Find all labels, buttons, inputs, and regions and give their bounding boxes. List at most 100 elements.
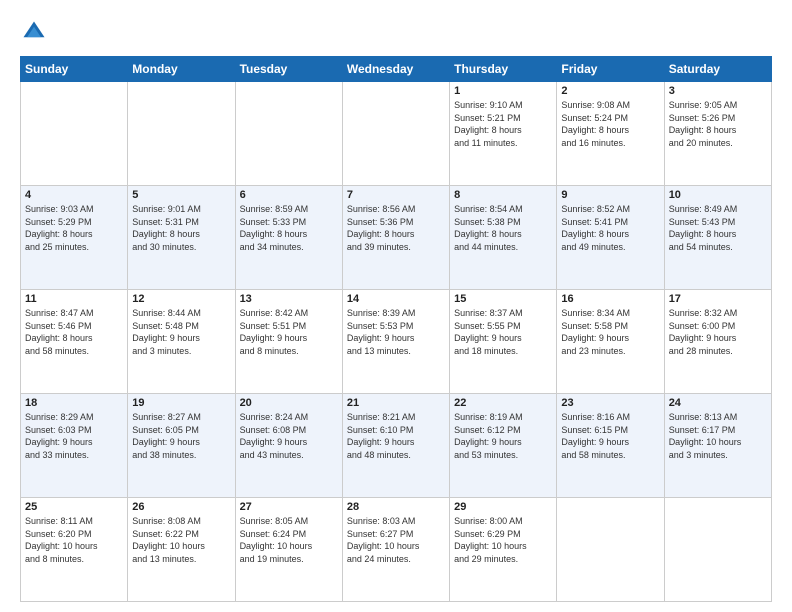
day-info: Sunrise: 8:32 AM Sunset: 6:00 PM Dayligh… <box>669 307 767 357</box>
day-number: 18 <box>25 397 123 409</box>
day-number: 27 <box>240 501 338 513</box>
day-number: 2 <box>561 85 659 97</box>
weekday-header-wednesday: Wednesday <box>342 57 449 82</box>
weekday-header-friday: Friday <box>557 57 664 82</box>
calendar-cell <box>235 82 342 186</box>
calendar-cell: 9Sunrise: 8:52 AM Sunset: 5:41 PM Daylig… <box>557 186 664 290</box>
day-info: Sunrise: 8:37 AM Sunset: 5:55 PM Dayligh… <box>454 307 552 357</box>
calendar-cell: 7Sunrise: 8:56 AM Sunset: 5:36 PM Daylig… <box>342 186 449 290</box>
day-info: Sunrise: 9:03 AM Sunset: 5:29 PM Dayligh… <box>25 203 123 253</box>
day-number: 25 <box>25 501 123 513</box>
calendar-week-5: 25Sunrise: 8:11 AM Sunset: 6:20 PM Dayli… <box>21 498 772 602</box>
day-info: Sunrise: 8:08 AM Sunset: 6:22 PM Dayligh… <box>132 515 230 565</box>
day-info: Sunrise: 8:00 AM Sunset: 6:29 PM Dayligh… <box>454 515 552 565</box>
day-info: Sunrise: 8:27 AM Sunset: 6:05 PM Dayligh… <box>132 411 230 461</box>
weekday-header-tuesday: Tuesday <box>235 57 342 82</box>
calendar-cell: 6 Sunrise: 8:59 AM Sunset: 5:33 PM Daylig… <box>235 186 342 290</box>
calendar-week-3: 11 Sunrise: 8:47 AM Sunset: 5:46 PM Dayli… <box>21 290 772 394</box>
calendar-cell: 13 Sunrise: 8:42 AM Sunset: 5:51 PM Dayli… <box>235 290 342 394</box>
calendar-cell: 20 Sunrise: 8:24 AM Sunset: 6:08 PM Dayli… <box>235 394 342 498</box>
page: SundayMondayTuesdayWednesdayThursdayFrid… <box>0 0 792 612</box>
day-info: Sunrise: 8:47 AM Sunset: 5:46 PM Dayligh… <box>25 307 123 357</box>
day-info: Sunrise: 8:24 AM Sunset: 6:08 PM Dayligh… <box>240 411 338 461</box>
calendar-cell <box>557 498 664 602</box>
calendar-cell <box>664 498 771 602</box>
day-number: 4 <box>25 189 123 201</box>
day-info: Sunrise: 8:39 AM Sunset: 5:53 PM Dayligh… <box>347 307 445 357</box>
day-number: 19 <box>132 397 230 409</box>
calendar-cell: 3Sunrise: 9:05 AM Sunset: 5:26 PM Daylig… <box>664 82 771 186</box>
calendar-cell <box>342 82 449 186</box>
day-number: 26 <box>132 501 230 513</box>
day-info: Sunrise: 9:08 AM Sunset: 5:24 PM Dayligh… <box>561 99 659 149</box>
logo-icon <box>20 18 48 46</box>
day-number: 3 <box>669 85 767 97</box>
day-number: 8 <box>454 189 552 201</box>
weekday-header-sunday: Sunday <box>21 57 128 82</box>
day-number: 20 <box>240 397 338 409</box>
day-number: 12 <box>132 293 230 305</box>
day-number: 13 <box>240 293 338 305</box>
day-info: Sunrise: 8:19 AM Sunset: 6:12 PM Dayligh… <box>454 411 552 461</box>
day-number: 10 <box>669 189 767 201</box>
day-number: 24 <box>669 397 767 409</box>
calendar-cell: 27 Sunrise: 8:05 AM Sunset: 6:24 PM Dayli… <box>235 498 342 602</box>
day-info: Sunrise: 8:16 AM Sunset: 6:15 PM Dayligh… <box>561 411 659 461</box>
calendar-cell: 1 Sunrise: 9:10 AM Sunset: 5:21 PM Daylig… <box>450 82 557 186</box>
calendar-cell: 5 Sunrise: 9:01 AM Sunset: 5:31 PM Daylig… <box>128 186 235 290</box>
day-info: Sunrise: 8:49 AM Sunset: 5:43 PM Dayligh… <box>669 203 767 253</box>
calendar-cell: 28 Sunrise: 8:03 AM Sunset: 6:27 PM Dayli… <box>342 498 449 602</box>
day-info: Sunrise: 9:01 AM Sunset: 5:31 PM Dayligh… <box>132 203 230 253</box>
day-info: Sunrise: 8:34 AM Sunset: 5:58 PM Dayligh… <box>561 307 659 357</box>
calendar-cell <box>128 82 235 186</box>
day-info: Sunrise: 8:54 AM Sunset: 5:38 PM Dayligh… <box>454 203 552 253</box>
calendar-week-1: 1 Sunrise: 9:10 AM Sunset: 5:21 PM Daylig… <box>21 82 772 186</box>
calendar-week-4: 18 Sunrise: 8:29 AM Sunset: 6:03 PM Dayli… <box>21 394 772 498</box>
calendar-cell: 25Sunrise: 8:11 AM Sunset: 6:20 PM Dayli… <box>21 498 128 602</box>
calendar-cell: 21 Sunrise: 8:21 AM Sunset: 6:10 PM Dayli… <box>342 394 449 498</box>
calendar-cell: 22 Sunrise: 8:19 AM Sunset: 6:12 PM Dayli… <box>450 394 557 498</box>
calendar-week-2: 4 Sunrise: 9:03 AM Sunset: 5:29 PM Daylig… <box>21 186 772 290</box>
logo <box>20 18 52 46</box>
day-info: Sunrise: 8:13 AM Sunset: 6:17 PM Dayligh… <box>669 411 767 461</box>
day-number: 21 <box>347 397 445 409</box>
calendar-cell: 14Sunrise: 8:39 AM Sunset: 5:53 PM Dayli… <box>342 290 449 394</box>
day-number: 28 <box>347 501 445 513</box>
day-info: Sunrise: 8:52 AM Sunset: 5:41 PM Dayligh… <box>561 203 659 253</box>
day-number: 5 <box>132 189 230 201</box>
day-number: 29 <box>454 501 552 513</box>
calendar-cell: 8 Sunrise: 8:54 AM Sunset: 5:38 PM Daylig… <box>450 186 557 290</box>
calendar-cell: 18 Sunrise: 8:29 AM Sunset: 6:03 PM Dayli… <box>21 394 128 498</box>
calendar-cell <box>21 82 128 186</box>
day-info: Sunrise: 9:10 AM Sunset: 5:21 PM Dayligh… <box>454 99 552 149</box>
day-number: 6 <box>240 189 338 201</box>
day-info: Sunrise: 8:29 AM Sunset: 6:03 PM Dayligh… <box>25 411 123 461</box>
day-info: Sunrise: 8:21 AM Sunset: 6:10 PM Dayligh… <box>347 411 445 461</box>
weekday-header-thursday: Thursday <box>450 57 557 82</box>
day-number: 16 <box>561 293 659 305</box>
calendar-table: SundayMondayTuesdayWednesdayThursdayFrid… <box>20 56 772 602</box>
day-info: Sunrise: 8:03 AM Sunset: 6:27 PM Dayligh… <box>347 515 445 565</box>
calendar-cell: 12 Sunrise: 8:44 AM Sunset: 5:48 PM Dayli… <box>128 290 235 394</box>
calendar-cell: 17 Sunrise: 8:32 AM Sunset: 6:00 PM Dayli… <box>664 290 771 394</box>
day-info: Sunrise: 8:59 AM Sunset: 5:33 PM Dayligh… <box>240 203 338 253</box>
calendar-cell: 23 Sunrise: 8:16 AM Sunset: 6:15 PM Dayli… <box>557 394 664 498</box>
day-number: 1 <box>454 85 552 97</box>
day-info: Sunrise: 8:42 AM Sunset: 5:51 PM Dayligh… <box>240 307 338 357</box>
header <box>20 18 772 46</box>
day-number: 22 <box>454 397 552 409</box>
calendar-cell: 10 Sunrise: 8:49 AM Sunset: 5:43 PM Dayli… <box>664 186 771 290</box>
calendar-cell: 4 Sunrise: 9:03 AM Sunset: 5:29 PM Daylig… <box>21 186 128 290</box>
day-info: Sunrise: 8:56 AM Sunset: 5:36 PM Dayligh… <box>347 203 445 253</box>
calendar-cell: 26 Sunrise: 8:08 AM Sunset: 6:22 PM Dayli… <box>128 498 235 602</box>
calendar-cell: 19 Sunrise: 8:27 AM Sunset: 6:05 PM Dayli… <box>128 394 235 498</box>
calendar-header-row: SundayMondayTuesdayWednesdayThursdayFrid… <box>21 57 772 82</box>
day-info: Sunrise: 8:44 AM Sunset: 5:48 PM Dayligh… <box>132 307 230 357</box>
day-number: 17 <box>669 293 767 305</box>
day-info: Sunrise: 8:05 AM Sunset: 6:24 PM Dayligh… <box>240 515 338 565</box>
day-number: 23 <box>561 397 659 409</box>
calendar-cell: 15Sunrise: 8:37 AM Sunset: 5:55 PM Dayli… <box>450 290 557 394</box>
day-number: 11 <box>25 293 123 305</box>
calendar-cell: 29 Sunrise: 8:00 AM Sunset: 6:29 PM Dayli… <box>450 498 557 602</box>
weekday-header-monday: Monday <box>128 57 235 82</box>
